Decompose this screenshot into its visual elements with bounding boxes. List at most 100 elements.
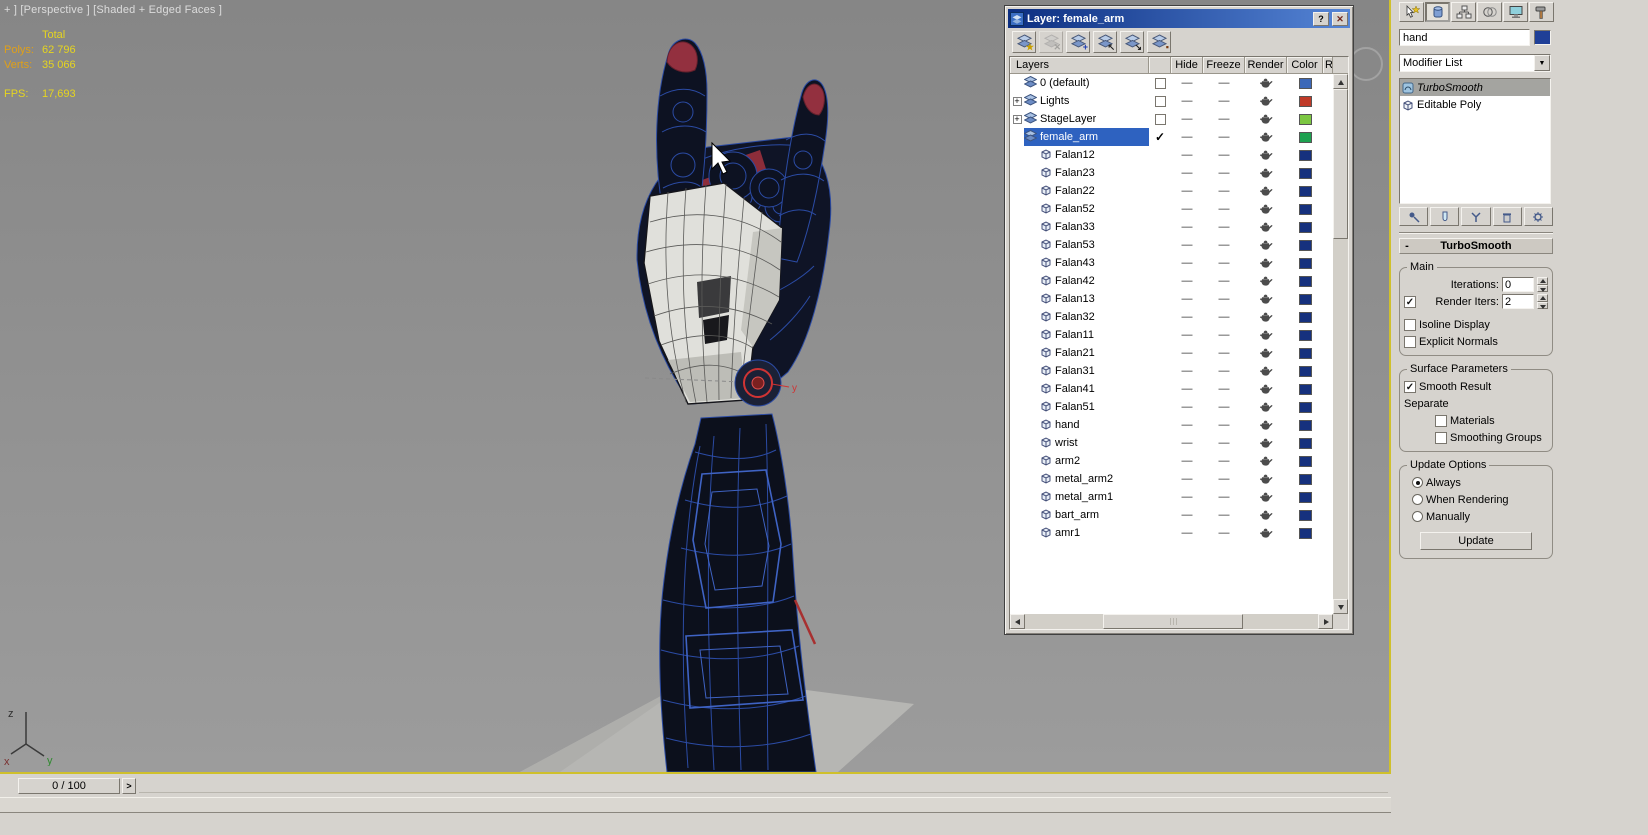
render-toggle-teapot-icon[interactable] (1245, 384, 1287, 394)
layer-color-swatch[interactable] (1287, 293, 1323, 305)
object-row-Falan23[interactable]: Falan23 — — (1010, 164, 1333, 182)
object-row-Falan13[interactable]: Falan13 — — (1010, 290, 1333, 308)
column-layers[interactable]: Layers (1010, 57, 1149, 74)
freeze-toggle[interactable]: — (1203, 329, 1245, 341)
name-label[interactable]: Falan22 (1055, 185, 1095, 197)
hide-toggle[interactable]: — (1171, 383, 1203, 395)
render-toggle-teapot-icon[interactable] (1245, 402, 1287, 412)
hide-toggle[interactable]: — (1171, 329, 1203, 341)
name-label[interactable]: 0 (default) (1040, 77, 1090, 89)
layer-color-swatch[interactable] (1287, 401, 1323, 413)
freeze-toggle[interactable]: — (1203, 311, 1245, 323)
freeze-toggle[interactable]: — (1203, 203, 1245, 215)
modifier-stack[interactable]: TurboSmooth Editable Poly (1399, 78, 1551, 204)
hide-toggle[interactable]: — (1171, 293, 1203, 305)
render-toggle-teapot-icon[interactable] (1245, 294, 1287, 304)
render-toggle-teapot-icon[interactable] (1245, 204, 1287, 214)
next-frame-button[interactable]: > (122, 778, 136, 794)
pin-stack-button[interactable] (1399, 207, 1429, 226)
hide-toggle[interactable]: — (1171, 527, 1203, 539)
rollout-collapse-icon[interactable]: - (1400, 240, 1414, 252)
hide-toggle[interactable]: — (1171, 77, 1203, 89)
make-unique-button[interactable] (1461, 207, 1491, 226)
set-current-layer-checkbox[interactable] (1154, 95, 1166, 107)
hide-toggle[interactable]: — (1171, 365, 1203, 377)
name-label[interactable]: metal_arm1 (1055, 491, 1113, 503)
render-toggle-teapot-icon[interactable] (1245, 510, 1287, 520)
smooth-result-checkbox[interactable]: ✓ (1404, 380, 1416, 393)
render-toggle-teapot-icon[interactable] (1245, 492, 1287, 502)
radio-manually[interactable] (1412, 511, 1423, 522)
isoline-display-checkbox[interactable] (1404, 318, 1416, 331)
highlight-selected-objects-layer-button[interactable]: ↘ (1120, 30, 1144, 53)
render-toggle-teapot-icon[interactable] (1245, 312, 1287, 322)
stack-item-turbosmooth[interactable]: TurboSmooth (1400, 79, 1550, 96)
object-color-swatch[interactable] (1534, 30, 1551, 45)
name-label[interactable]: Falan11 (1055, 329, 1094, 341)
layer-color-swatch[interactable] (1287, 365, 1323, 377)
layer-color-swatch[interactable] (1287, 113, 1323, 125)
name-label[interactable]: Falan31 (1055, 365, 1095, 377)
name-label[interactable]: Lights (1040, 95, 1069, 107)
render-iters-checkbox[interactable]: ✓ (1404, 295, 1416, 308)
hide-toggle[interactable]: — (1171, 113, 1203, 125)
hide-toggle[interactable]: — (1171, 419, 1203, 431)
name-label[interactable]: Falan32 (1055, 311, 1095, 323)
render-toggle-teapot-icon[interactable] (1245, 96, 1287, 106)
iterations-spinner[interactable] (1537, 277, 1548, 292)
layer-color-swatch[interactable] (1287, 329, 1323, 341)
freeze-toggle[interactable]: — (1203, 509, 1245, 521)
hide-toggle[interactable]: — (1171, 491, 1203, 503)
hide-toggle[interactable]: — (1171, 185, 1203, 197)
hide-toggle[interactable]: — (1171, 509, 1203, 521)
layer-color-swatch[interactable] (1287, 185, 1323, 197)
column-color[interactable]: Color (1287, 57, 1323, 74)
freeze-toggle[interactable]: — (1203, 239, 1245, 251)
scroll-up-arrow[interactable] (1333, 74, 1348, 89)
object-row-Falan33[interactable]: Falan33 — — (1010, 218, 1333, 236)
render-toggle-teapot-icon[interactable] (1245, 528, 1287, 538)
object-row-hand[interactable]: hand — — (1010, 416, 1333, 434)
render-toggle-teapot-icon[interactable] (1245, 114, 1287, 124)
layer-color-swatch[interactable] (1287, 437, 1323, 449)
name-label[interactable]: hand (1055, 419, 1079, 431)
layer-color-swatch[interactable] (1287, 257, 1323, 269)
close-button[interactable]: ✕ (1332, 11, 1348, 26)
explicit-normals-checkbox[interactable] (1404, 335, 1416, 348)
name-label[interactable]: Falan41 (1055, 383, 1095, 395)
layer-row-0 (default)[interactable]: 0 (default) — — (1010, 74, 1333, 92)
layer-color-swatch[interactable] (1287, 311, 1323, 323)
tab-motion[interactable] (1477, 2, 1502, 22)
iterations-field[interactable] (1502, 277, 1534, 292)
hide-toggle[interactable]: — (1171, 473, 1203, 485)
object-row-Falan21[interactable]: Falan21 — — (1010, 344, 1333, 362)
hide-toggle[interactable]: — (1171, 275, 1203, 287)
freeze-toggle[interactable]: — (1203, 419, 1245, 431)
hide-toggle[interactable]: — (1171, 203, 1203, 215)
freeze-toggle[interactable]: — (1203, 473, 1245, 485)
column-hide[interactable]: Hide (1171, 57, 1203, 74)
freeze-toggle[interactable]: — (1203, 77, 1245, 89)
hide-toggle[interactable]: — (1171, 167, 1203, 179)
freeze-toggle[interactable]: — (1203, 221, 1245, 233)
new-layer-button[interactable]: ★ (1012, 30, 1036, 53)
layer-color-swatch[interactable] (1287, 131, 1323, 143)
freeze-toggle[interactable]: — (1203, 365, 1245, 377)
object-row-Falan11[interactable]: Falan11 — — (1010, 326, 1333, 344)
object-row-wrist[interactable]: wrist — — (1010, 434, 1333, 452)
name-label[interactable]: wrist (1055, 437, 1078, 449)
freeze-toggle[interactable]: — (1203, 491, 1245, 503)
layer-color-swatch[interactable] (1287, 419, 1323, 431)
name-label[interactable]: Falan53 (1055, 239, 1095, 251)
time-slider-thumb[interactable]: 0 / 100 (18, 778, 120, 794)
freeze-toggle[interactable]: — (1203, 455, 1245, 467)
render-iters-field[interactable] (1502, 294, 1534, 309)
object-row-Falan51[interactable]: Falan51 — — (1010, 398, 1333, 416)
freeze-toggle[interactable]: — (1203, 527, 1245, 539)
scroll-down-arrow[interactable] (1333, 599, 1348, 614)
render-toggle-teapot-icon[interactable] (1245, 222, 1287, 232)
freeze-toggle[interactable]: — (1203, 95, 1245, 107)
name-label[interactable]: bart_arm (1055, 509, 1099, 521)
render-toggle-teapot-icon[interactable] (1245, 186, 1287, 196)
tab-modify[interactable] (1425, 2, 1450, 22)
